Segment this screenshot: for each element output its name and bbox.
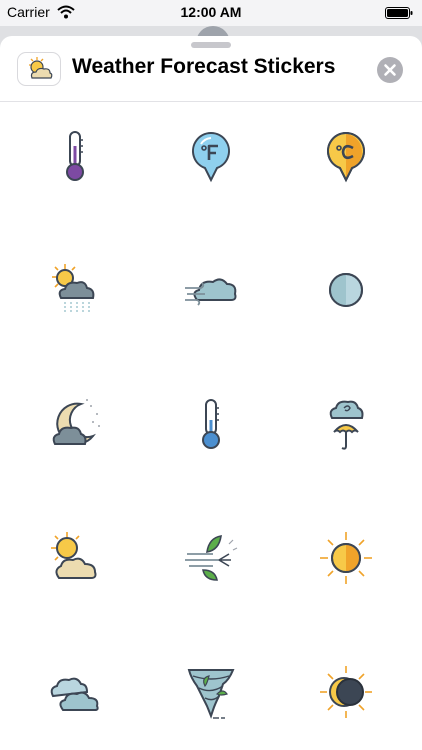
battery-icon bbox=[385, 6, 413, 19]
thermometer-purple-sticker[interactable] bbox=[35, 116, 115, 196]
cloud-umbrella-sticker[interactable] bbox=[306, 384, 386, 464]
night-moon-cloud-sticker[interactable] bbox=[35, 384, 115, 464]
sun-cloud-app-icon bbox=[17, 52, 61, 86]
thermometer-blue-sticker[interactable] bbox=[171, 384, 251, 464]
sheet-grabber[interactable] bbox=[191, 42, 231, 48]
close-button[interactable] bbox=[377, 57, 403, 83]
sun-bright-sticker[interactable] bbox=[306, 518, 386, 598]
celsius-pin-sticker[interactable] bbox=[306, 116, 386, 196]
wind-cloud-sticker[interactable] bbox=[171, 250, 251, 330]
header-divider bbox=[0, 101, 422, 102]
sheet-title: Weather Forecast Stickers bbox=[72, 55, 336, 78]
sun-cloud-rain-sticker[interactable] bbox=[35, 250, 115, 330]
status-time: 12:00 AM bbox=[180, 4, 242, 20]
wind-leaves-sticker[interactable] bbox=[171, 518, 251, 598]
sheet-header: Weather Forecast Stickers bbox=[0, 50, 422, 100]
tornado-sticker[interactable] bbox=[171, 652, 251, 732]
eclipse-sticker[interactable] bbox=[306, 652, 386, 732]
moon-full-sticker[interactable] bbox=[306, 250, 386, 330]
sticker-sheet: Weather Forecast Stickers bbox=[0, 36, 422, 750]
sun-cloud-sticker[interactable] bbox=[35, 518, 115, 598]
close-icon bbox=[384, 64, 396, 76]
clouds-sticker[interactable] bbox=[35, 652, 115, 732]
status-bar: Carrier 12:00 AM bbox=[0, 0, 422, 26]
fahrenheit-pin-sticker[interactable] bbox=[171, 116, 251, 196]
